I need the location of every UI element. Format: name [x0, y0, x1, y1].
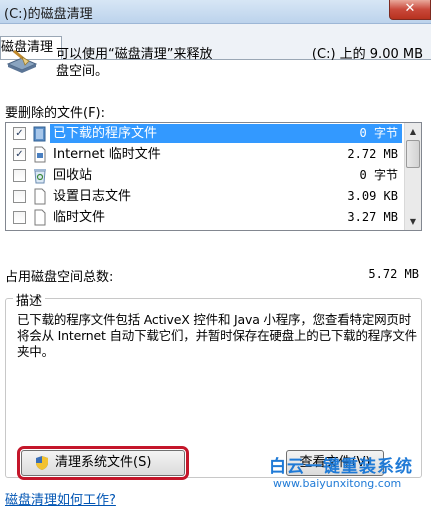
recycle-bin-icon: [34, 169, 46, 184]
file-name: 回收站: [53, 168, 93, 183]
file-size: 3.09 KB: [347, 189, 398, 203]
scroll-up-icon[interactable]: ▲: [405, 123, 421, 140]
watermark-title: 白云一键重装系统: [269, 457, 413, 477]
description-caption: 描述: [13, 290, 46, 309]
file-name: 已下载的程序文件: [50, 124, 298, 143]
header-message: 可以使用“磁盘清理”来释放 (C:) 上的 9.00 MB 盘空间。: [56, 46, 426, 80]
document-icon: [34, 188, 46, 205]
disk-cleanup-icon: [6, 49, 38, 73]
file-size: 0 字节: [296, 124, 402, 143]
list-item[interactable]: 临时文件 3.27 MB: [6, 207, 404, 228]
description-text: 已下载的程序文件包括 ActiveX 控件和 Java 小程序，您查看特定网页时…: [17, 312, 417, 359]
file-list[interactable]: ✓ 已下载的程序文件 0 字节 ✓ Internet 临时文件 2.72 MB …: [5, 122, 422, 231]
checkbox[interactable]: [13, 190, 26, 203]
total-space-value: 5.72 MB: [368, 267, 419, 281]
file-name: 临时文件: [53, 210, 106, 225]
close-button[interactable]: ✕: [389, 0, 431, 20]
vertical-scrollbar[interactable]: ▲ ▼: [404, 123, 421, 230]
scroll-thumb[interactable]: [406, 140, 420, 168]
header-line2: 盘空间。: [56, 64, 109, 79]
watermark-url: www.baiyunxitong.com: [273, 477, 402, 490]
file-name: 设置日志文件: [53, 189, 132, 204]
document-icon: [34, 209, 46, 226]
total-space-label: 占用磁盘空间总数:: [5, 270, 114, 285]
file-size: 3.27 MB: [347, 210, 398, 224]
window-title: (C:)的磁盘清理: [4, 7, 93, 22]
list-item[interactable]: ✓ 已下载的程序文件 0 字节: [6, 123, 404, 144]
folder-icon: [33, 126, 46, 142]
document-icon: [34, 146, 46, 163]
uac-shield-icon: [36, 456, 48, 470]
list-item[interactable]: 设置日志文件 3.09 KB: [6, 186, 404, 207]
close-icon[interactable]: ✕: [390, 1, 430, 16]
clean-system-files-button[interactable]: 清理系统文件(S): [17, 446, 189, 480]
checkbox[interactable]: ✓: [13, 127, 26, 140]
file-name: Internet 临时文件: [53, 147, 161, 162]
title-bar: (C:)的磁盘清理 ✕: [0, 0, 431, 24]
scroll-down-icon[interactable]: ▼: [405, 213, 421, 230]
how-disk-cleanup-works-link[interactable]: 磁盘清理如何工作?: [5, 489, 116, 508]
list-item[interactable]: ✓ Internet 临时文件 2.72 MB: [6, 144, 404, 165]
list-item[interactable]: 回收站 0 字节: [6, 165, 404, 186]
file-size: 0 字节: [359, 168, 398, 182]
file-size: 2.72 MB: [347, 147, 398, 161]
files-to-delete-label: 要删除的文件(F):: [5, 106, 106, 121]
header-line1-lead: 可以使用“磁盘清理”来释放: [56, 47, 213, 62]
checkbox[interactable]: [13, 169, 26, 182]
clean-system-files-label[interactable]: 清理系统文件(S): [55, 455, 151, 470]
checkbox[interactable]: [13, 211, 26, 224]
header-line1-tail: (C:) 上的 9.00 MB: [311, 47, 423, 62]
checkbox[interactable]: ✓: [13, 148, 26, 161]
